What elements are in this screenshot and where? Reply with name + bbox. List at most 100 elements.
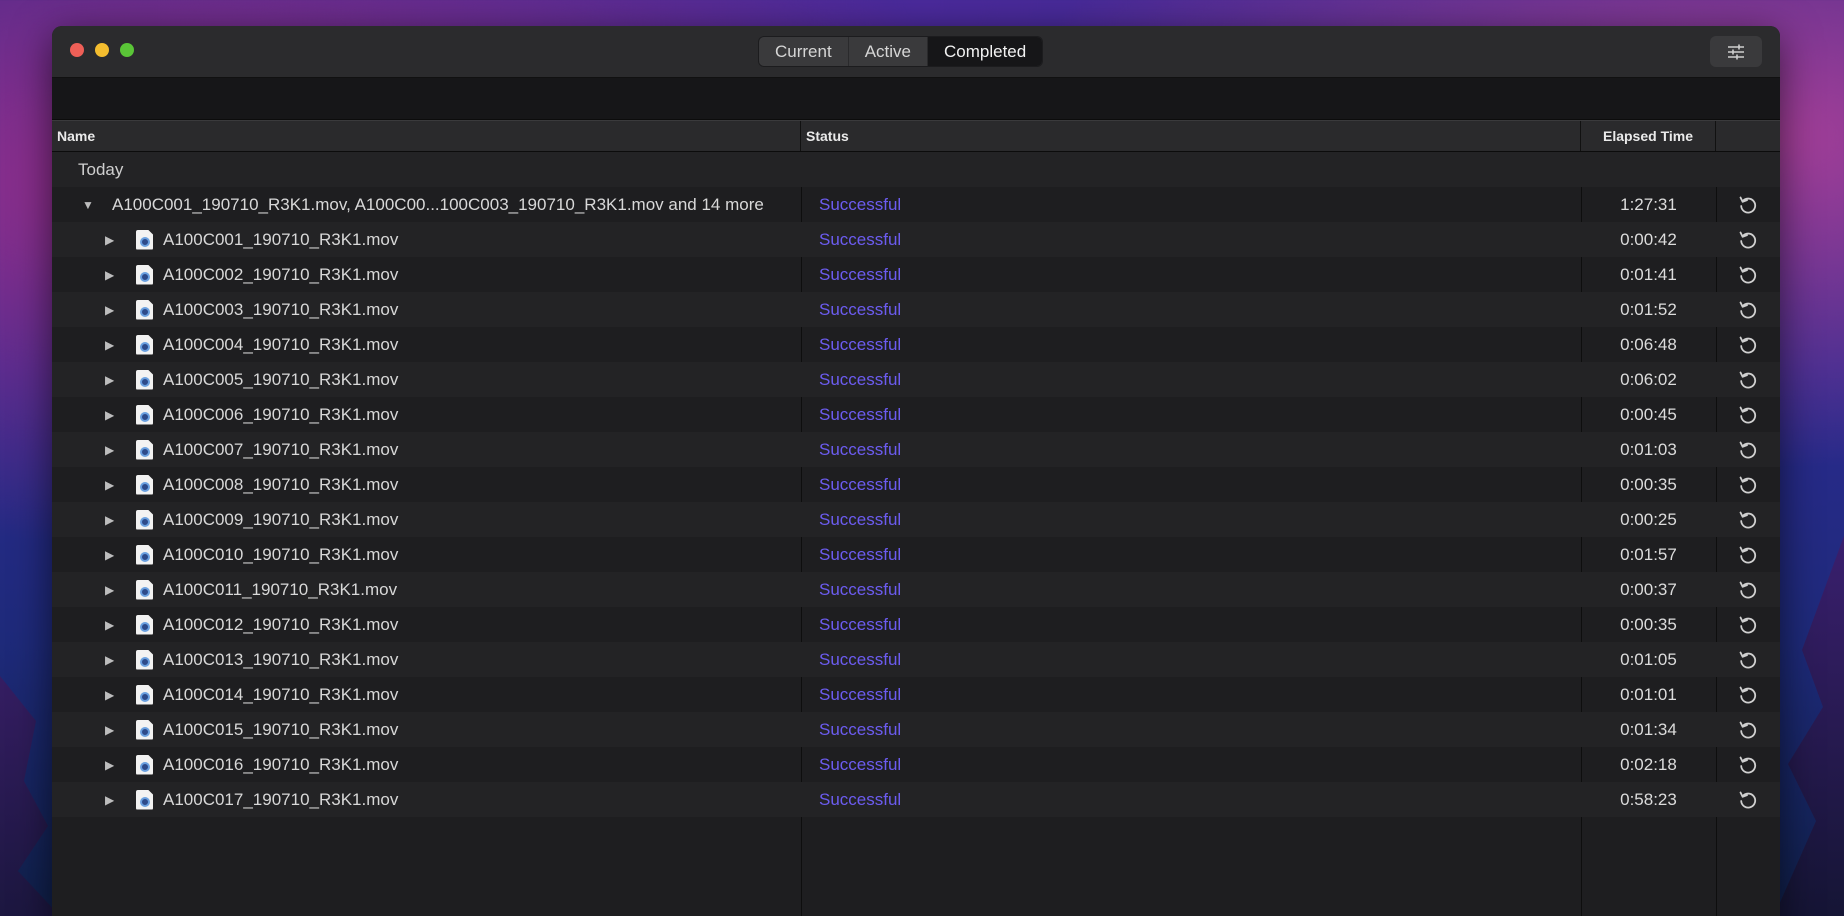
retry-icon[interactable] <box>1738 300 1758 320</box>
file-name: A100C007_190710_R3K1.mov <box>163 439 399 459</box>
file-elapsed: 0:01:41 <box>1620 264 1677 284</box>
file-row[interactable]: ▶ A100C004_190710_R3K1.mov Successful 0:06:… <box>52 327 1780 362</box>
disclosure-collapsed-icon[interactable]: ▶ <box>105 758 114 772</box>
job-list: Today ▼ A100C001_190710_R3K1.mov, A100C0… <box>52 152 1780 916</box>
file-name: A100C015_190710_R3K1.mov <box>163 719 399 739</box>
file-elapsed: 0:06:48 <box>1620 334 1677 354</box>
quicktime-file-icon <box>136 369 153 390</box>
file-status: Successful <box>819 369 902 389</box>
column-header-name[interactable]: Name <box>52 121 801 151</box>
file-status: Successful <box>819 229 902 249</box>
quicktime-file-icon <box>136 264 153 285</box>
file-row[interactable]: ▶ A100C011_190710_R3K1.mov Successful 0:00:… <box>52 572 1780 607</box>
file-status: Successful <box>819 649 902 669</box>
disclosure-collapsed-icon[interactable]: ▶ <box>105 233 114 247</box>
file-name: A100C017_190710_R3K1.mov <box>163 789 399 809</box>
retry-icon[interactable] <box>1738 335 1758 355</box>
file-row[interactable]: ▶ A100C005_190710_R3K1.mov Successful 0:06:… <box>52 362 1780 397</box>
file-row[interactable]: ▶ A100C002_190710_R3K1.mov Successful 0:01:… <box>52 257 1780 292</box>
sliders-icon <box>1728 44 1744 59</box>
disclosure-collapsed-icon[interactable]: ▶ <box>105 338 114 352</box>
tab-current[interactable]: Current <box>759 37 849 66</box>
file-name: A100C013_190710_R3K1.mov <box>163 649 399 669</box>
tab-active[interactable]: Active <box>849 37 928 66</box>
column-header-status[interactable]: Status <box>801 121 1581 151</box>
file-elapsed: 0:00:45 <box>1620 404 1677 424</box>
retry-icon[interactable] <box>1738 650 1758 670</box>
file-row[interactable]: ▶ A100C007_190710_R3K1.mov Successful 0:01:… <box>52 432 1780 467</box>
quicktime-file-icon <box>136 229 153 250</box>
quicktime-file-icon <box>136 614 153 635</box>
file-row[interactable]: ▶ A100C013_190710_R3K1.mov Successful 0:01:… <box>52 642 1780 677</box>
batch-row[interactable]: ▼ A100C001_190710_R3K1.mov, A100C00...10… <box>52 187 1780 222</box>
file-elapsed: 0:00:25 <box>1620 509 1677 529</box>
file-row[interactable]: ▶ A100C003_190710_R3K1.mov Successful 0:01:… <box>52 292 1780 327</box>
retry-icon[interactable] <box>1738 580 1758 600</box>
retry-icon[interactable] <box>1738 510 1758 530</box>
disclosure-collapsed-icon[interactable]: ▶ <box>105 723 114 737</box>
settings-button[interactable] <box>1710 36 1762 67</box>
group-header-row: Today <box>52 152 1780 187</box>
retry-icon[interactable] <box>1738 440 1758 460</box>
batch-name: A100C001_190710_R3K1.mov, A100C00...100C… <box>112 194 764 214</box>
view-segmented-control: Current Active Completed <box>758 36 1044 67</box>
retry-icon[interactable] <box>1738 230 1758 250</box>
disclosure-collapsed-icon[interactable]: ▶ <box>105 548 114 562</box>
tab-completed[interactable]: Completed <box>927 37 1043 66</box>
file-elapsed: 0:58:23 <box>1620 789 1677 809</box>
disclosure-collapsed-icon[interactable]: ▶ <box>105 268 114 282</box>
file-row[interactable]: ▶ A100C006_190710_R3K1.mov Successful 0:00:… <box>52 397 1780 432</box>
retry-icon[interactable] <box>1738 405 1758 425</box>
file-status: Successful <box>819 439 902 459</box>
disclosure-collapsed-icon[interactable]: ▶ <box>105 478 114 492</box>
retry-icon[interactable] <box>1738 685 1758 705</box>
retry-icon[interactable] <box>1738 545 1758 565</box>
file-status: Successful <box>819 579 902 599</box>
disclosure-collapsed-icon[interactable]: ▶ <box>105 583 114 597</box>
quicktime-file-icon <box>136 754 153 775</box>
disclosure-collapsed-icon[interactable]: ▶ <box>105 373 114 387</box>
retry-icon[interactable] <box>1738 790 1758 810</box>
minimize-button[interactable] <box>95 43 109 57</box>
file-status: Successful <box>819 719 902 739</box>
close-button[interactable] <box>70 43 84 57</box>
retry-icon[interactable] <box>1738 720 1758 740</box>
disclosure-collapsed-icon[interactable]: ▶ <box>105 618 114 632</box>
file-status: Successful <box>819 754 902 774</box>
window-controls <box>70 43 134 57</box>
toolbar-area <box>52 78 1780 120</box>
disclosure-collapsed-icon[interactable]: ▶ <box>105 793 114 807</box>
disclosure-collapsed-icon[interactable]: ▶ <box>105 408 114 422</box>
retry-icon[interactable] <box>1738 615 1758 635</box>
retry-icon[interactable] <box>1738 195 1758 215</box>
retry-icon[interactable] <box>1738 755 1758 775</box>
disclosure-collapsed-icon[interactable]: ▶ <box>105 443 114 457</box>
file-name: A100C002_190710_R3K1.mov <box>163 264 399 284</box>
file-name: A100C006_190710_R3K1.mov <box>163 404 399 424</box>
disclosure-collapsed-icon[interactable]: ▶ <box>105 653 114 667</box>
file-row[interactable]: ▶ A100C001_190710_R3K1.mov Successful 0:00:… <box>52 222 1780 257</box>
file-row[interactable]: ▶ A100C012_190710_R3K1.mov Successful 0:00:… <box>52 607 1780 642</box>
file-status: Successful <box>819 299 902 319</box>
batch-elapsed: 1:27:31 <box>1620 194 1677 214</box>
file-status: Successful <box>819 509 902 529</box>
file-elapsed: 0:01:05 <box>1620 649 1677 669</box>
batch-status: Successful <box>819 194 902 214</box>
zoom-button[interactable] <box>120 43 134 57</box>
disclosure-collapsed-icon[interactable]: ▶ <box>105 513 114 527</box>
file-row[interactable]: ▶ A100C010_190710_R3K1.mov Successful 0:01:… <box>52 537 1780 572</box>
file-name: A100C004_190710_R3K1.mov <box>163 334 399 354</box>
disclosure-expanded-icon[interactable]: ▼ <box>82 198 94 212</box>
file-row[interactable]: ▶ A100C014_190710_R3K1.mov Successful 0:01:… <box>52 677 1780 712</box>
file-row[interactable]: ▶ A100C015_190710_R3K1.mov Successful 0:01:… <box>52 712 1780 747</box>
file-row[interactable]: ▶ A100C009_190710_R3K1.mov Successful 0:00:… <box>52 502 1780 537</box>
file-row[interactable]: ▶ A100C016_190710_R3K1.mov Successful 0:02:… <box>52 747 1780 782</box>
disclosure-collapsed-icon[interactable]: ▶ <box>105 303 114 317</box>
disclosure-collapsed-icon[interactable]: ▶ <box>105 688 114 702</box>
file-row[interactable]: ▶ A100C017_190710_R3K1.mov Successful 0:58:… <box>52 782 1780 817</box>
file-row[interactable]: ▶ A100C008_190710_R3K1.mov Successful 0:00:… <box>52 467 1780 502</box>
column-header-elapsed[interactable]: Elapsed Time <box>1581 121 1716 151</box>
retry-icon[interactable] <box>1738 370 1758 390</box>
retry-icon[interactable] <box>1738 265 1758 285</box>
retry-icon[interactable] <box>1738 475 1758 495</box>
